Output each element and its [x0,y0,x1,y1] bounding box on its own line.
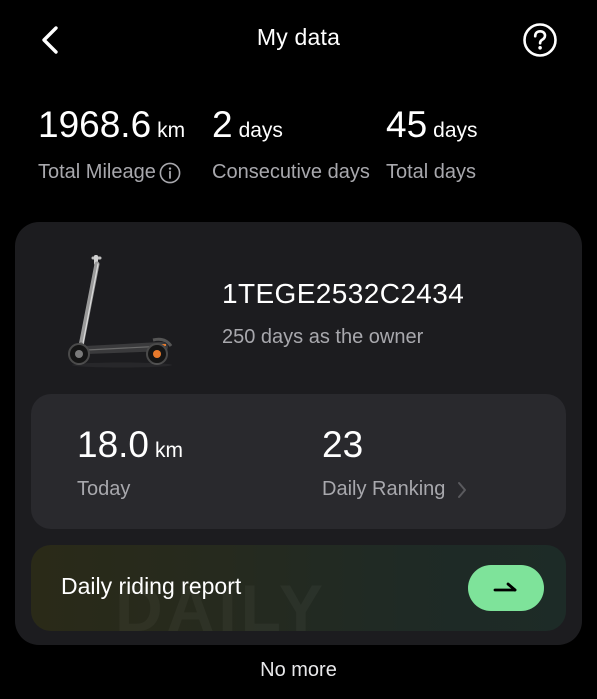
consecutive-days-label: Consecutive days [212,161,370,183]
arrow-right-icon [493,582,517,592]
question-circle-icon [523,23,557,57]
my-data-screen: My data 1968.6 km Total Mileage 2 days C… [0,0,597,699]
consecutive-days-stat: 2 days Consecutive days [212,106,370,184]
total-mileage-stat: 1968.6 km Total Mileage [38,106,185,184]
info-icon[interactable] [159,162,181,184]
daily-ranking-label: Daily Ranking [322,478,446,500]
daily-riding-report-button[interactable]: DAILY Daily riding report [31,545,566,631]
daily-ranking-link[interactable]: Daily Ranking [322,478,469,501]
end-of-list-text: No more [260,659,337,681]
today-label: Today [77,478,131,500]
total-days-unit: days [433,119,478,142]
page-title: My data [256,24,341,50]
total-days-value: 45 [386,104,428,145]
today-distance-value: 18.0 [77,424,150,465]
header-bar: My data [0,0,597,78]
consecutive-days-unit: days [238,119,283,142]
report-arrow-button[interactable] [468,565,544,611]
daily-riding-report-label: Daily riding report [61,573,242,599]
owner-days-text: 250 days as the owner [222,326,424,348]
total-days-stat: 45 days Total days [386,106,478,184]
total-mileage-label: Total Mileage [38,161,156,183]
today-distance-unit: km [155,439,184,462]
total-mileage-unit: km [157,119,186,142]
total-mileage-value: 1968.6 [38,104,152,145]
device-serial-number: 1TEGE2532C2434 [222,278,465,309]
chevron-right-icon [455,480,469,500]
daily-stats-card: 18.0 km Today 23 Daily Ranking [31,394,566,529]
consecutive-days-value: 2 [212,104,233,145]
help-button[interactable] [520,20,560,60]
vehicle-card: 1TEGE2532C2434 250 days as the owner 18.… [15,222,582,645]
scooter-image [68,255,173,368]
daily-ranking-value: 23 [322,424,364,465]
total-days-label: Total days [386,161,477,183]
